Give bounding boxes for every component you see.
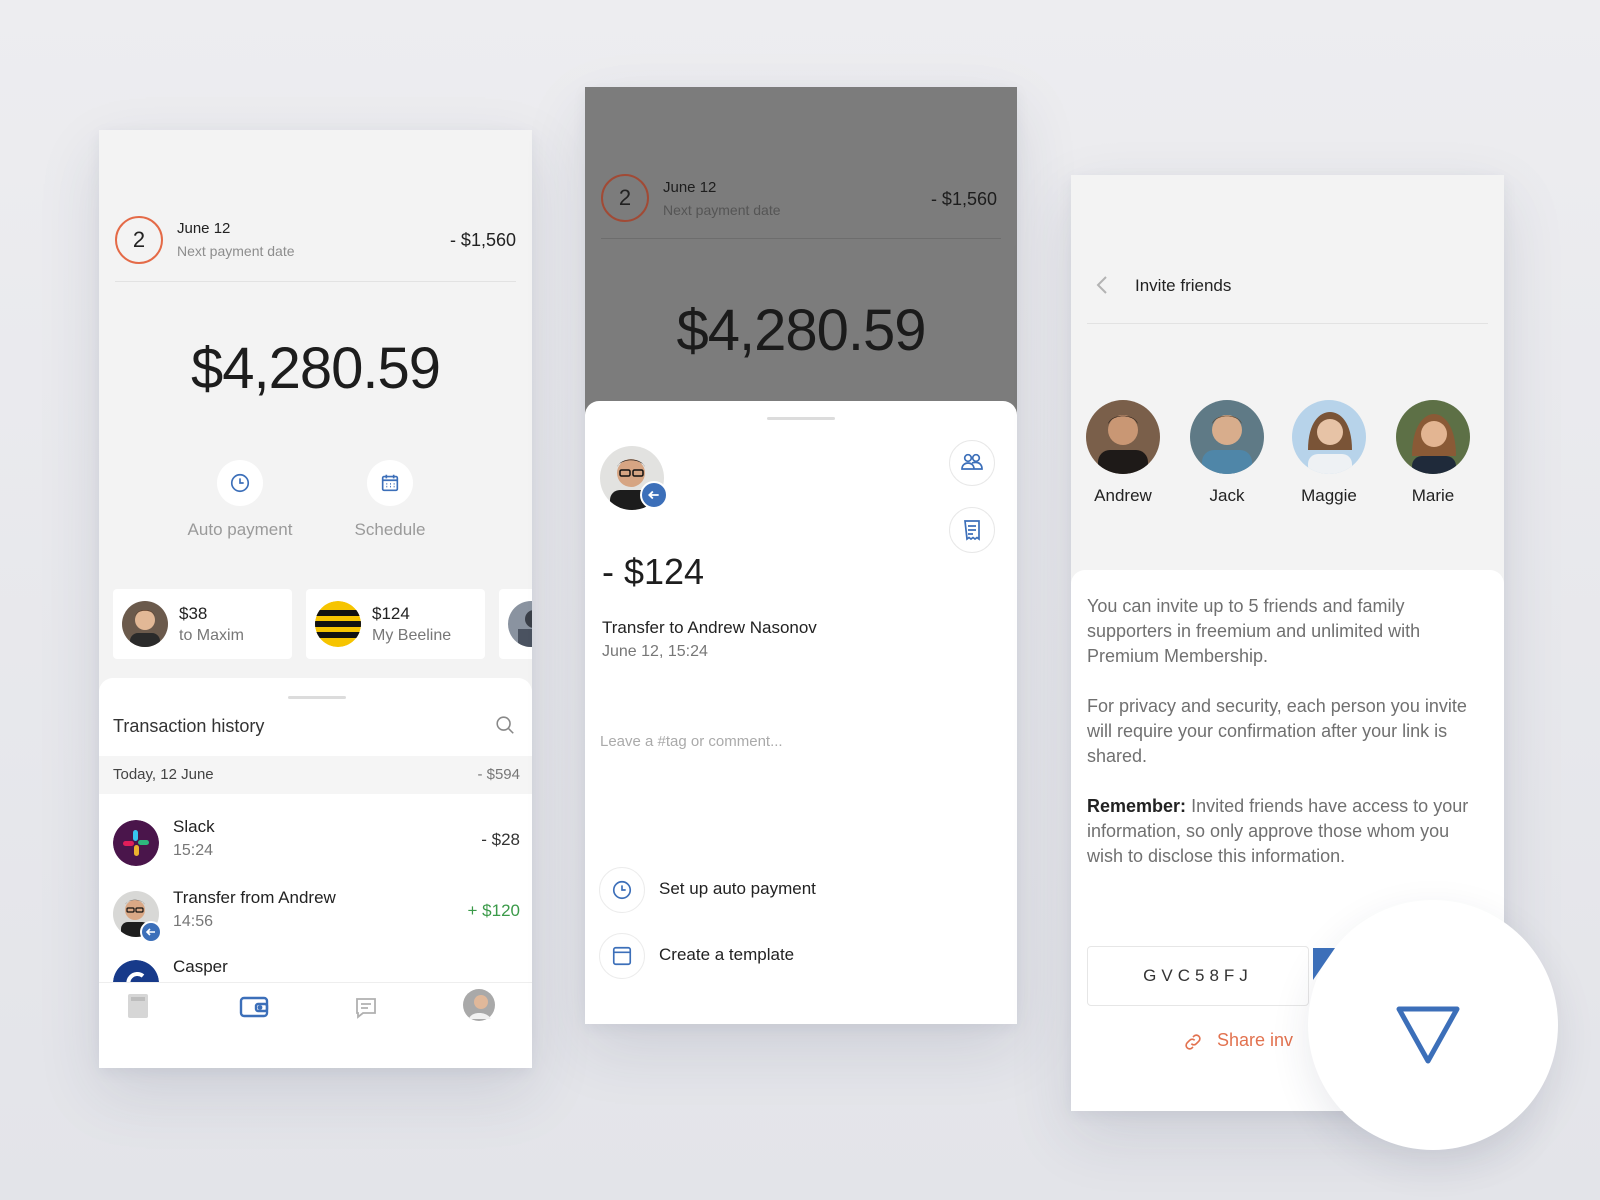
incoming-arrow-badge: [140, 921, 162, 943]
profile-avatar[interactable]: [463, 989, 495, 1021]
clock-icon: [229, 472, 251, 494]
transaction-name: Transfer from Andrew: [173, 888, 336, 907]
recent-recipient: to Maxim: [179, 627, 244, 644]
transaction-name: Slack: [173, 817, 215, 836]
page-title: Invite friends: [1135, 276, 1232, 295]
split-people-button[interactable]: [949, 440, 995, 486]
invite-code-field[interactable]: GVC58FJ: [1087, 946, 1309, 1006]
payment-subtitle: Next payment date: [177, 243, 295, 259]
friend-name: Andrew: [1094, 486, 1152, 505]
transaction-row[interactable]: Transfer from Andrew 14:56 + $120: [99, 885, 532, 945]
search-icon[interactable]: [494, 714, 516, 736]
schedule-button[interactable]: Schedule: [325, 460, 455, 540]
drag-handle[interactable]: [767, 417, 835, 420]
transaction-amount: - $28: [481, 830, 520, 849]
payment-amount: - $1,560: [930, 189, 997, 209]
payment-date: June 12: [177, 220, 231, 237]
transfer-title: Transfer to Andrew Nasonov: [602, 618, 817, 637]
friend-marie[interactable]: Marie: [1388, 400, 1478, 506]
recent-recipient: My Beeline: [372, 627, 452, 644]
payment-amount: - $1,560: [449, 230, 516, 250]
auto-payment-label: Auto payment: [187, 520, 293, 539]
remember-label: Remember:: [1087, 796, 1187, 816]
payment-date: June 12: [663, 179, 717, 196]
auto-payment-button[interactable]: Auto payment: [175, 460, 305, 540]
payment-subtitle: Next payment date: [663, 202, 781, 218]
friend-name: Jack: [1209, 486, 1245, 505]
recent-transfer-beeline[interactable]: $124 My Beeline: [306, 589, 485, 659]
share-invite-button[interactable]: Share inv: [1217, 1030, 1293, 1051]
transfer-sheet: - $124 Transfer to Andrew Nasonov June 1…: [585, 401, 1017, 1024]
corner-flag-icon: [1311, 948, 1335, 980]
payment-count-ring: 2: [601, 174, 649, 222]
friend-name: Maggie: [1301, 486, 1357, 505]
chat-icon[interactable]: [354, 996, 378, 1020]
day-label: Today, 12 June: [113, 766, 214, 783]
bottom-tab-bar: [99, 982, 532, 1068]
friend-andrew[interactable]: Andrew: [1078, 400, 1168, 506]
transfer-datetime: June 12, 15:24: [602, 643, 708, 660]
incoming-arrow-badge: [640, 481, 668, 509]
avatar: [1292, 400, 1366, 474]
receipt-icon: [963, 519, 981, 541]
beeline-logo-icon: [315, 601, 361, 647]
transaction-name: Casper: [173, 957, 228, 976]
dimmed-background[interactable]: 2 June 12 Next payment date - $1,560 $4,…: [585, 87, 1017, 427]
template-icon: [611, 945, 633, 967]
invite-info-paragraph: You can invite up to 5 friends and famil…: [1087, 596, 1421, 666]
recent-amount: $124: [372, 604, 410, 623]
chevron-left-icon[interactable]: [1095, 275, 1109, 295]
option-label: Set up auto payment: [659, 879, 816, 898]
clock-icon: [611, 879, 633, 901]
avatar: [1396, 400, 1470, 474]
transaction-amount: + $120: [467, 901, 520, 920]
transaction-row[interactable]: Slack 15:24 - $28: [99, 814, 532, 874]
balance-amount: $4,280.59: [676, 298, 926, 363]
friend-maggie[interactable]: Maggie: [1284, 400, 1374, 506]
transfer-amount: - $124: [602, 551, 705, 592]
drag-handle[interactable]: [288, 696, 346, 699]
balance-amount: $4,280.59: [190, 336, 441, 401]
people-icon: [960, 452, 984, 474]
privacy-paragraph: For privacy and security, each person yo…: [1087, 696, 1467, 766]
wallet-screen: 2 June 12 Next payment date - $1,560 $4,…: [99, 130, 532, 1068]
divider: [1087, 323, 1488, 324]
day-summary-row: Today, 12 June - $594: [99, 756, 532, 794]
avatar: [122, 601, 168, 647]
comment-input[interactable]: Leave a #tag or comment...: [600, 733, 783, 750]
day-total: - $594: [477, 766, 520, 783]
schedule-label: Schedule: [354, 520, 426, 539]
link-icon: [1183, 1032, 1203, 1052]
recent-amount: $38: [179, 604, 208, 623]
option-label: Create a template: [659, 945, 795, 964]
payment-count-ring: 2: [115, 216, 163, 264]
wallet-icon[interactable]: [239, 995, 269, 1019]
transfer-detail-screen: 2 June 12 Next payment date - $1,560 $4,…: [585, 87, 1017, 1024]
avatar: [1190, 400, 1264, 474]
calendar-icon: [379, 472, 401, 494]
friend-jack[interactable]: Jack: [1182, 400, 1272, 506]
divider: [115, 281, 516, 282]
divider: [601, 238, 1001, 239]
avatar: [508, 601, 532, 647]
slack-logo-icon: [113, 820, 159, 866]
avatar: [1086, 400, 1160, 474]
recent-transfer-partial[interactable]: [499, 589, 532, 659]
remember-paragraph: Remember: Invited friends have access to…: [1087, 794, 1477, 869]
transaction-time: 14:56: [173, 913, 214, 930]
brand-logo-icon: [1393, 1003, 1463, 1067]
recent-transfer-maxim[interactable]: $38 to Maxim: [113, 589, 292, 659]
document-icon[interactable]: [127, 993, 149, 1019]
receipt-button[interactable]: [949, 507, 995, 553]
history-title: Transaction history: [113, 716, 265, 736]
next-payment-row[interactable]: 2 June 12 Next payment date - $1,560: [115, 216, 516, 266]
transaction-time: 15:24: [173, 842, 214, 859]
friend-name: Marie: [1411, 486, 1455, 505]
